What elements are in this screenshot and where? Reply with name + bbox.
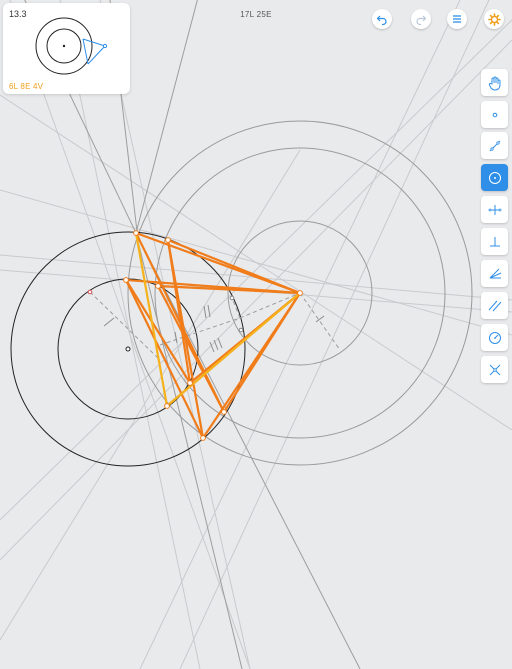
intersect-icon — [489, 364, 500, 375]
perpendicular-icon — [489, 236, 500, 246]
intersection-point[interactable] — [155, 283, 161, 289]
intersection-point[interactable] — [200, 435, 206, 441]
intersection-point[interactable] — [123, 277, 129, 283]
tool-perpendicular[interactable] — [481, 228, 508, 255]
settings-button[interactable] — [484, 9, 504, 29]
circle-icon — [488, 171, 501, 184]
compass-icon — [488, 331, 501, 344]
intersection-point[interactable] — [164, 403, 170, 409]
redo-arrow-icon — [416, 15, 427, 25]
tool-parallel[interactable] — [481, 292, 508, 319]
construction-canvas[interactable] — [0, 0, 512, 669]
intersection-point[interactable] — [187, 380, 193, 386]
hand-icon — [488, 76, 500, 91]
tool-line[interactable] — [481, 132, 508, 159]
redo-button[interactable] — [411, 9, 431, 29]
center-point[interactable] — [125, 346, 131, 352]
hint-point — [87, 289, 93, 295]
tool-perpendicular-bisector[interactable] — [481, 196, 508, 223]
line-icon — [489, 140, 500, 151]
tool-intersect[interactable] — [481, 356, 508, 383]
menu-button[interactable] — [447, 9, 467, 29]
intersection-point[interactable] — [297, 290, 303, 296]
intersection-point[interactable] — [133, 230, 139, 236]
tool-angle-bisector[interactable] — [481, 260, 508, 287]
tool-move[interactable] — [481, 69, 508, 96]
hint-point — [238, 327, 244, 333]
hamburger-menu-icon — [453, 15, 461, 23]
tool-compass[interactable] — [481, 324, 508, 351]
hint-point — [229, 295, 235, 301]
perpendicular-bisector-icon — [488, 204, 501, 215]
undo-button[interactable] — [372, 9, 392, 29]
intersection-point[interactable] — [221, 409, 227, 415]
goal-thumbnail — [35, 17, 108, 75]
intersection-point[interactable] — [165, 237, 171, 243]
tool-circle[interactable] — [481, 164, 508, 191]
parallel-icon — [488, 300, 501, 311]
undo-arrow-icon — [376, 15, 387, 25]
gear-icon — [487, 12, 501, 26]
point-icon — [492, 112, 497, 117]
tool-point[interactable] — [481, 101, 508, 128]
angle-bisector-icon — [489, 268, 501, 278]
goal-score: 6L 8E 4V — [9, 82, 44, 91]
move-counter: 17L 25E — [240, 10, 272, 19]
